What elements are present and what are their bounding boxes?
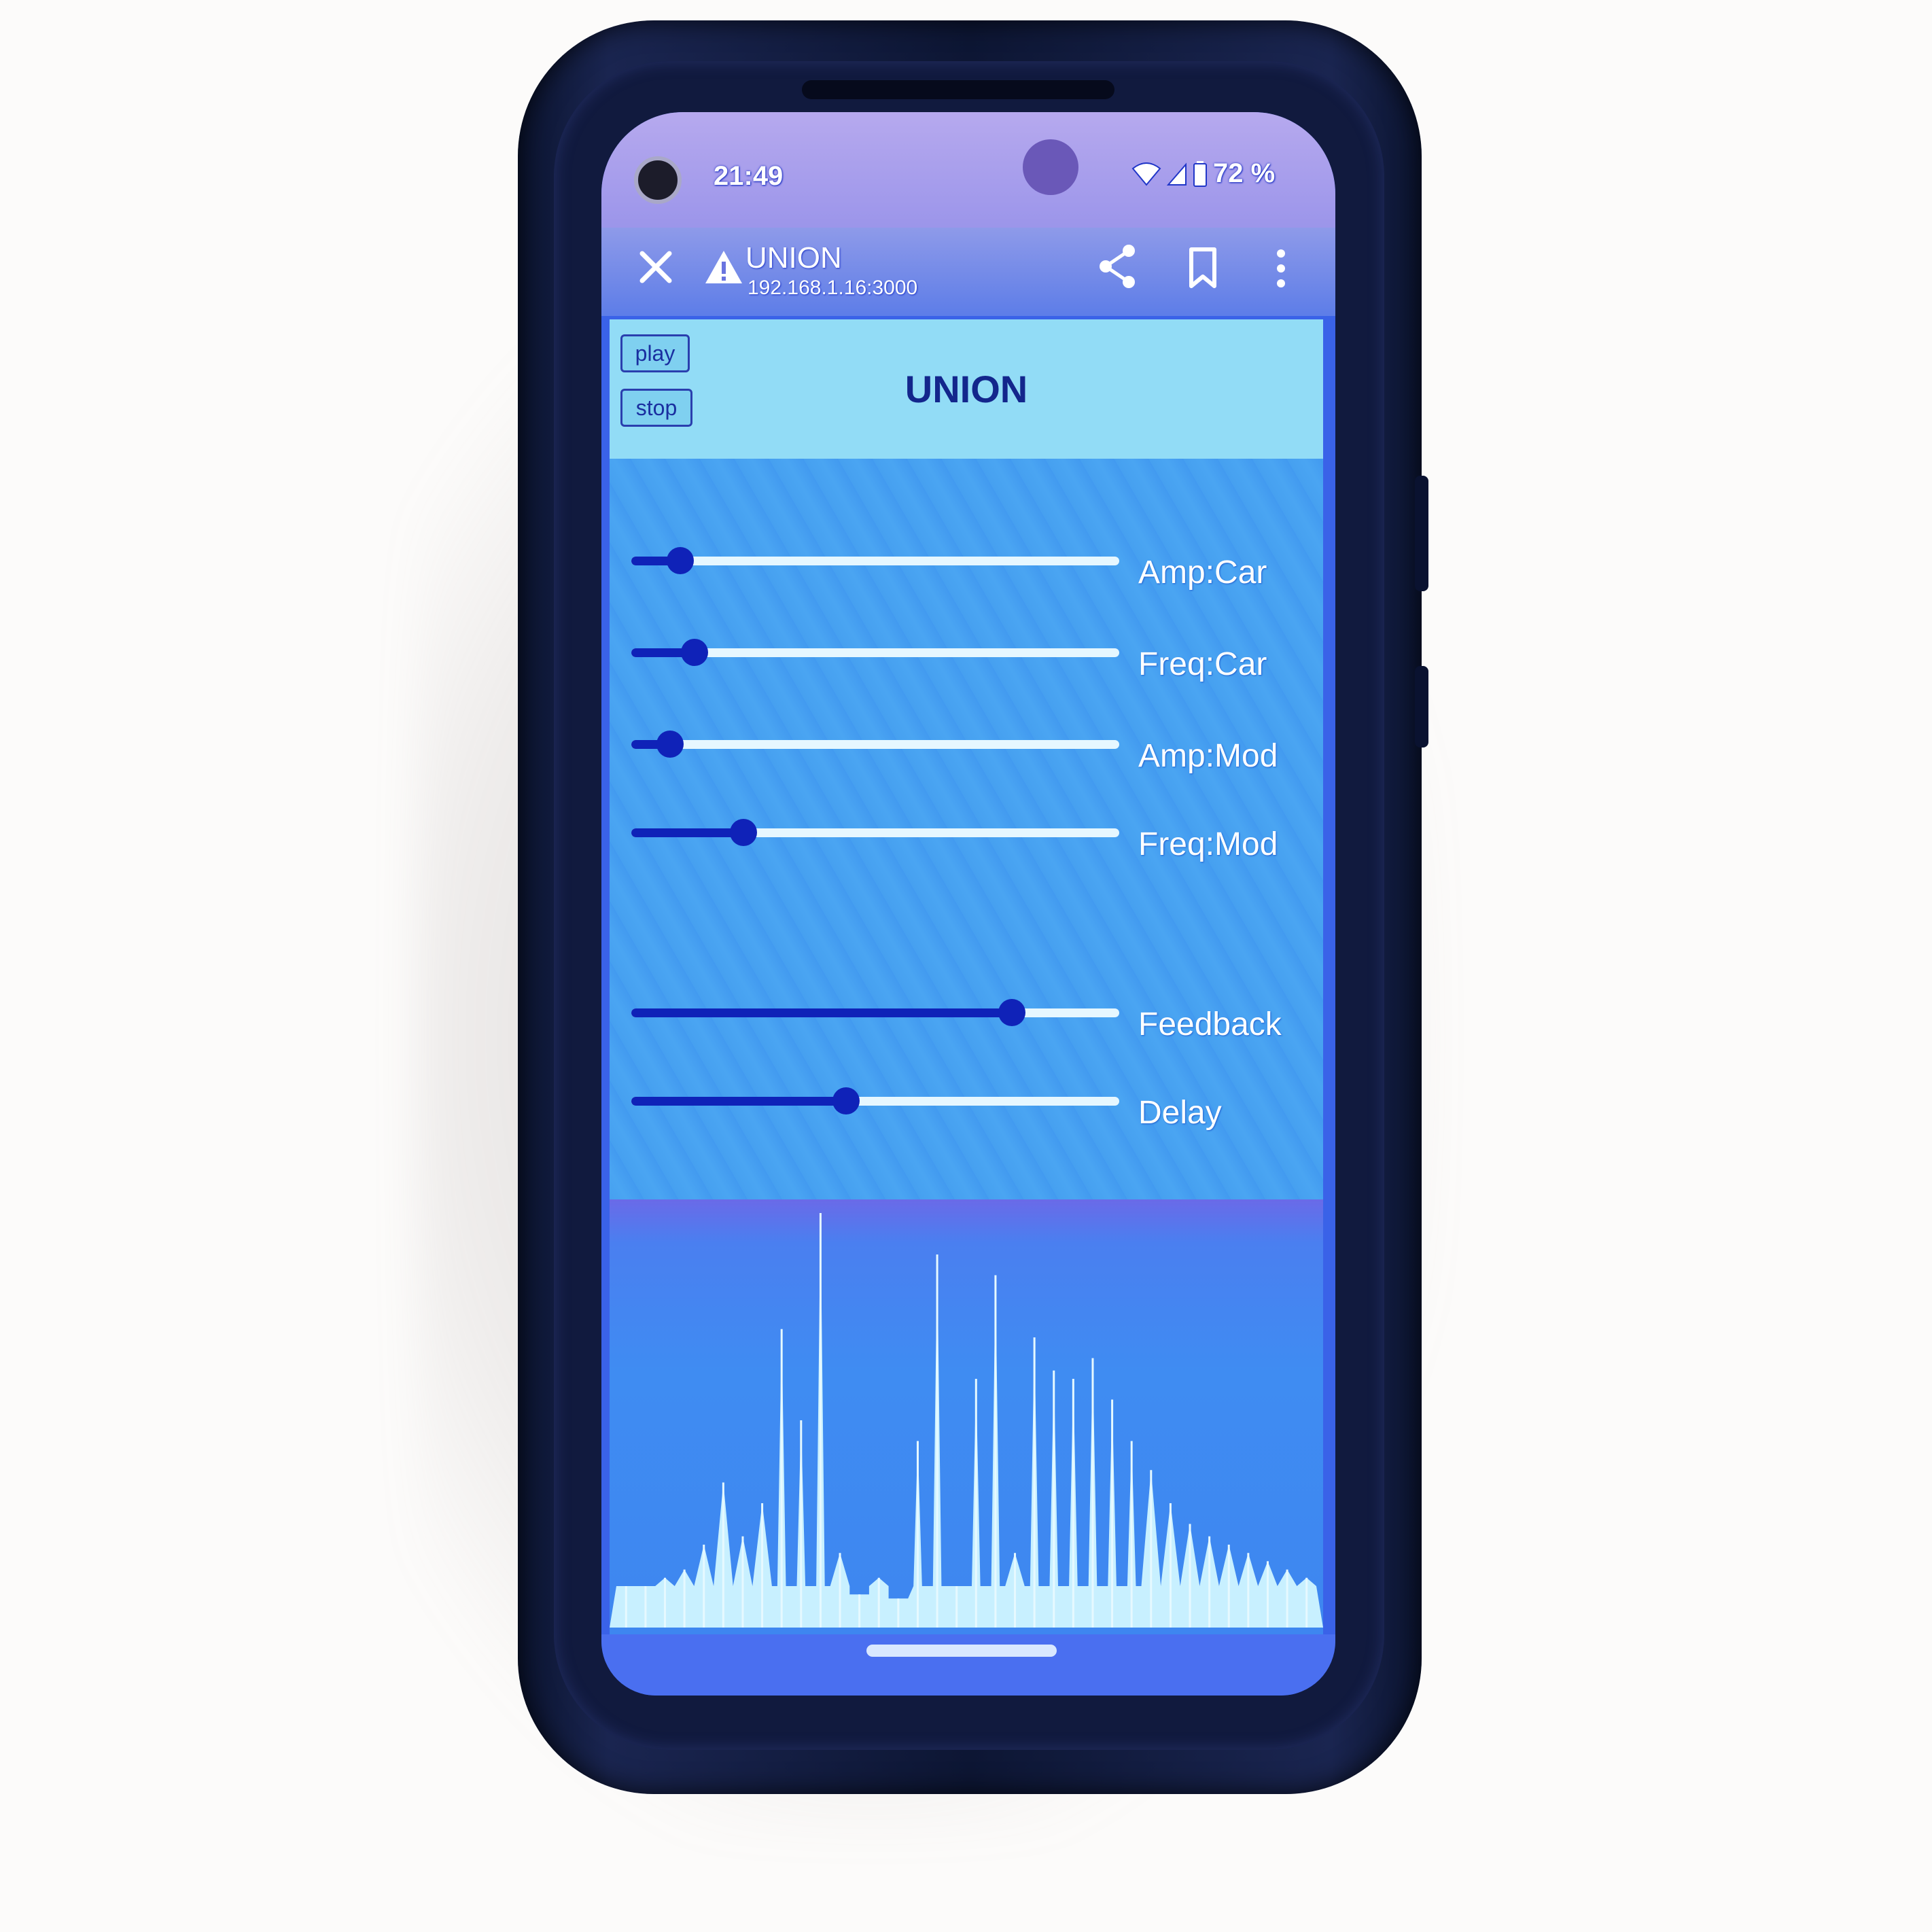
status-icons: 72 % bbox=[1131, 158, 1275, 189]
slider-thumb[interactable] bbox=[998, 999, 1025, 1026]
spectrum-analyzer bbox=[610, 1199, 1323, 1634]
slider-label: Feedback bbox=[1138, 1006, 1282, 1042]
power-button bbox=[1415, 666, 1428, 748]
signal-icon bbox=[1167, 162, 1187, 186]
slider-label: Delay bbox=[1138, 1095, 1222, 1131]
slider-fill bbox=[631, 1097, 846, 1106]
slider-fill bbox=[631, 1008, 1012, 1017]
slider-label: Freq:Mod bbox=[1138, 826, 1278, 862]
slider-thumb[interactable] bbox=[667, 547, 694, 574]
warning-icon[interactable] bbox=[703, 248, 744, 286]
slider-track[interactable] bbox=[631, 557, 1119, 565]
share-icon[interactable] bbox=[1096, 243, 1138, 290]
more-vert-icon[interactable] bbox=[1274, 248, 1288, 289]
battery-icon bbox=[1193, 160, 1207, 187]
home-gesture-pill[interactable] bbox=[866, 1645, 1057, 1657]
volume-button bbox=[1415, 476, 1428, 591]
phone-screen: 21:49 72 % UNION 192.168.1.16:3000 UNION… bbox=[601, 112, 1335, 1696]
slider-fill bbox=[631, 828, 743, 837]
wifi-icon bbox=[1131, 162, 1161, 186]
spectrum-area bbox=[610, 1213, 1323, 1628]
bookmark-icon[interactable] bbox=[1187, 247, 1218, 289]
slider-label: Amp:Car bbox=[1138, 555, 1267, 591]
page-url[interactable]: 192.168.1.16:3000 bbox=[748, 277, 917, 300]
navigation-bar bbox=[601, 1634, 1335, 1696]
app-header: UNION play stop bbox=[610, 319, 1323, 459]
close-icon[interactable] bbox=[637, 248, 675, 286]
play-button[interactable]: play bbox=[620, 334, 690, 372]
slider-thumb[interactable] bbox=[681, 639, 708, 666]
slider-thumb[interactable] bbox=[656, 731, 684, 758]
battery-percent: 72 % bbox=[1213, 158, 1276, 188]
slider-track[interactable] bbox=[631, 740, 1119, 749]
status-bar: 21:49 72 % bbox=[601, 112, 1335, 234]
slider-panel: Amp:Car Freq:Car Amp:Mod Freq:Mod Feedback De… bbox=[610, 459, 1323, 1199]
earpiece-speaker bbox=[802, 80, 1114, 99]
camera-lens bbox=[634, 156, 682, 204]
app-title: UNION bbox=[904, 368, 1028, 410]
slider-label: Freq:Car bbox=[1138, 646, 1267, 682]
slider-thumb[interactable] bbox=[730, 819, 757, 846]
slider-label: Amp:Mod bbox=[1138, 738, 1278, 774]
status-time: 21:49 bbox=[714, 161, 784, 191]
page-title: UNION bbox=[745, 241, 842, 275]
stop-button[interactable]: stop bbox=[620, 389, 692, 427]
spectrum-plot bbox=[610, 1213, 1323, 1628]
camera-punch-hole bbox=[1023, 139, 1078, 195]
slider-thumb[interactable] bbox=[832, 1087, 860, 1114]
